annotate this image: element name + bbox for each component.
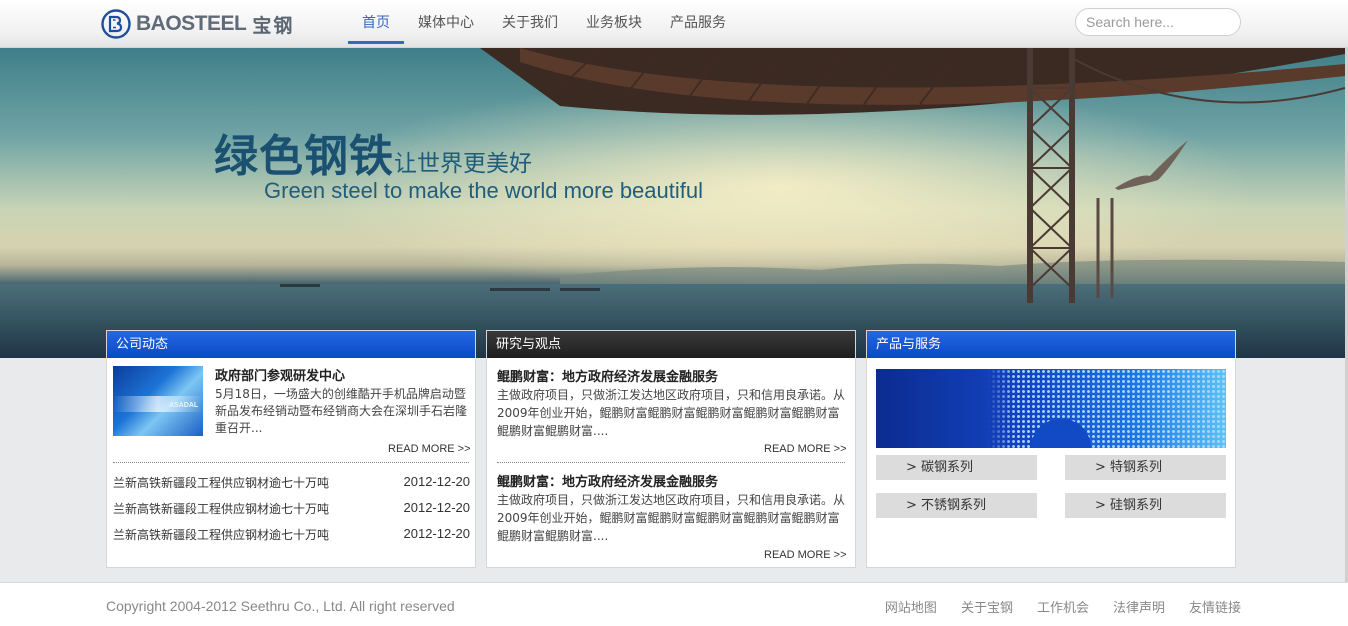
nav-media-center[interactable]: 媒体中心 <box>404 0 488 44</box>
divider <box>113 462 469 463</box>
thumbnail-label: ASADAL <box>169 402 199 409</box>
footer-link-about[interactable]: 关于宝钢 <box>961 597 1013 616</box>
featured-news-summary: 5月18日，一场盛大的创维酷开手机品牌启动暨新品发布经销动暨布经销商大会在深圳手… <box>215 387 468 435</box>
news-list-item[interactable]: 兰新高铁新疆段工程供应钢材逾七十万吨 2012-12-20 <box>113 526 470 543</box>
featured-news-title[interactable]: 政府部门参观研发中心 <box>215 365 345 384</box>
research-heading: 研究与观点 <box>487 331 855 358</box>
news-item-title: 兰新高铁新疆段工程供应钢材逾七十万吨 <box>113 476 330 490</box>
baosteel-logo-icon <box>101 9 131 39</box>
copyright-text: Copyright 2004-2012 Seethru Co., Ltd. Al… <box>106 598 455 614</box>
nav-home[interactable]: 首页 <box>348 0 404 44</box>
main-nav: 首页 媒体中心 关于我们 业务板块 产品服务 <box>348 0 740 48</box>
article-title[interactable]: 鲲鹏财富：地方政府经济发展金融服务 <box>497 471 718 490</box>
banner-title: 绿色钢铁让世界更美好 <box>214 120 532 184</box>
product-special-steel-button[interactable]: > 特钢系列 <box>1065 455 1226 480</box>
news-item-date: 2012-12-20 <box>403 526 471 541</box>
footer-link-careers[interactable]: 工作机会 <box>1037 597 1089 616</box>
map-ocean <box>876 369 1016 448</box>
logo-text: BAOSTEEL <box>136 12 247 35</box>
company-news-heading: 公司动态 <box>107 331 475 358</box>
footer-links: 网站地图 关于宝钢 工作机会 法律声明 友情链接 <box>861 597 1241 616</box>
research-panel: 研究与观点 鲲鹏财富：地方政府经济发展金融服务 主做政府项目，只做浙江发达地区政… <box>486 330 856 568</box>
world-map-image <box>876 369 1226 448</box>
article-title[interactable]: 鲲鹏财富：地方政府经济发展金融服务 <box>497 366 718 385</box>
footer-link-sitemap[interactable]: 网站地图 <box>885 597 937 616</box>
article-summary: 主做政府项目，只做浙江发达地区政府项目，只和信用良承诺。从2009年创业开始，鲲… <box>497 388 846 438</box>
news-list-item[interactable]: 兰新高铁新疆段工程供应钢材逾七十万吨 2012-12-20 <box>113 474 470 491</box>
news-list-item[interactable]: 兰新高铁新疆段工程供应钢材逾七十万吨 2012-12-20 <box>113 500 470 517</box>
nav-about-us[interactable]: 关于我们 <box>488 0 572 44</box>
read-more-link[interactable]: READ MORE >> <box>764 443 847 455</box>
article-summary: 主做政府项目，只做浙江发达地区政府项目，只和信用良承诺。从2009年创业开始，鲲… <box>497 493 846 543</box>
logo-chinese: 宝钢 <box>252 14 295 37</box>
news-item-title: 兰新高铁新疆段工程供应钢材逾七十万吨 <box>113 528 330 542</box>
nav-business[interactable]: 业务板块 <box>572 0 656 44</box>
news-item-date: 2012-12-20 <box>403 474 471 489</box>
company-news-panel: 公司动态 ASADAL 政府部门参观研发中心 5月18日，一场盛大的创维酷开手机… <box>106 330 476 568</box>
footer-link-legal[interactable]: 法律声明 <box>1113 597 1165 616</box>
product-silicon-steel-button[interactable]: > 硅钢系列 <box>1065 493 1226 518</box>
news-item-date: 2012-12-20 <box>403 500 471 515</box>
site-header: BAOSTEEL 宝钢 首页 媒体中心 关于我们 业务板块 产品服务 <box>0 0 1348 48</box>
divider <box>497 462 845 463</box>
hero-banner: 绿色钢铁让世界更美好 Green steel to make the world… <box>0 48 1345 358</box>
logo[interactable]: BAOSTEEL 宝钢 <box>101 8 294 40</box>
site-footer: Copyright 2004-2012 Seethru Co., Ltd. Al… <box>0 582 1348 626</box>
search-input[interactable] <box>1075 8 1241 36</box>
news-item-title: 兰新高铁新疆段工程供应钢材逾七十万吨 <box>113 502 330 516</box>
nav-products[interactable]: 产品服务 <box>656 0 740 44</box>
product-carbon-steel-button[interactable]: > 碳钢系列 <box>876 455 1037 480</box>
products-panel: 产品与服务 > 碳钢系列 > 特钢系列 > 不锈钢系列 > 硅钢系列 <box>866 330 1236 568</box>
footer-link-friends[interactable]: 友情链接 <box>1189 597 1241 616</box>
banner-title-main: 绿色钢铁 <box>214 131 394 182</box>
banner-subtitle: Green steel to make the world more beaut… <box>264 178 704 203</box>
product-stainless-steel-button[interactable]: > 不锈钢系列 <box>876 493 1037 518</box>
news-thumbnail[interactable]: ASADAL <box>113 366 203 436</box>
read-more-link[interactable]: READ MORE >> <box>764 549 847 561</box>
products-heading: 产品与服务 <box>867 331 1235 358</box>
read-more-link[interactable]: READ MORE >> <box>388 443 471 455</box>
banner-title-tail: 让世界更美好 <box>394 151 532 177</box>
